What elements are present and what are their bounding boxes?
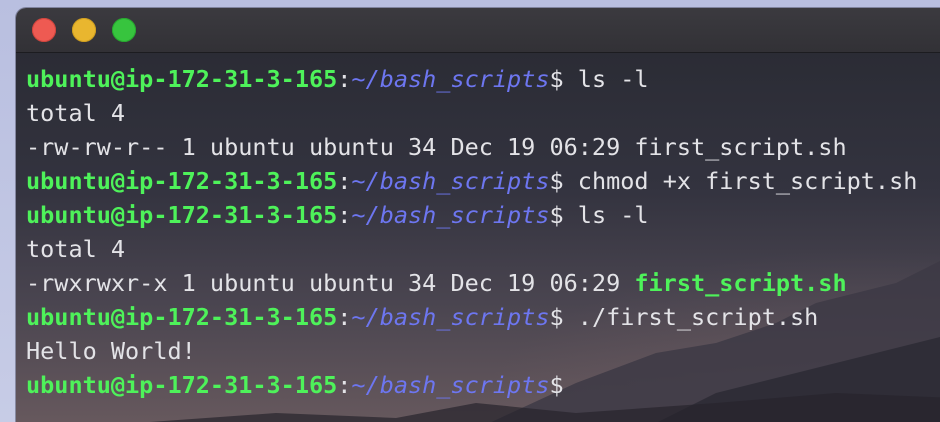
prompt-user-host: ubuntu@ip-172-31-3-165	[26, 303, 338, 331]
prompt-path: ~/bash_scripts	[351, 201, 550, 229]
title-bar[interactable]	[16, 8, 940, 53]
prompt-colon: :	[337, 167, 352, 195]
output-text: total 4	[26, 99, 126, 127]
terminal-line: -rwxrwxr-x 1 ubuntu ubuntu 34 Dec 19 06:…	[26, 266, 917, 300]
file-permissions-meta: -rwxrwxr-x 1 ubuntu ubuntu 34 Dec 19 06:…	[26, 269, 635, 297]
command-text: ls -l	[563, 65, 649, 93]
prompt-symbol: $	[549, 371, 564, 399]
command-text: ls -l	[563, 201, 649, 229]
prompt-symbol: $	[549, 201, 564, 229]
zoom-button[interactable]	[112, 18, 136, 42]
terminal-line: ubuntu@ip-172-31-3-165:~/bash_scripts$ l…	[26, 62, 917, 96]
prompt-colon: :	[337, 371, 352, 399]
prompt-user-host: ubuntu@ip-172-31-3-165	[26, 167, 338, 195]
output-text: total 4	[26, 235, 126, 263]
executable-filename: first_script.sh	[634, 269, 847, 297]
output-text: Hello World!	[26, 337, 196, 365]
desktop: ubuntu@ip-172-31-3-165:~/bash_scripts$ l…	[0, 0, 940, 422]
terminal-line: total 4	[26, 232, 917, 266]
prompt-colon: :	[337, 303, 352, 331]
terminal-line: ubuntu@ip-172-31-3-165:~/bash_scripts$	[26, 368, 917, 402]
terminal-output: ubuntu@ip-172-31-3-165:~/bash_scripts$ l…	[26, 62, 917, 402]
output-text: -rw-rw-r-- 1 ubuntu ubuntu 34 Dec 19 06:…	[26, 133, 847, 161]
minimize-button[interactable]	[72, 18, 96, 42]
command-text: ./first_script.sh	[563, 303, 819, 331]
terminal-line: ubuntu@ip-172-31-3-165:~/bash_scripts$ c…	[26, 164, 917, 198]
prompt-user-host: ubuntu@ip-172-31-3-165	[26, 65, 338, 93]
prompt-colon: :	[337, 201, 352, 229]
prompt-symbol: $	[549, 65, 564, 93]
prompt-path: ~/bash_scripts	[351, 371, 550, 399]
terminal-line: Hello World!	[26, 334, 917, 368]
prompt-path: ~/bash_scripts	[351, 167, 550, 195]
terminal-line: ubuntu@ip-172-31-3-165:~/bash_scripts$ l…	[26, 198, 917, 232]
close-button[interactable]	[32, 18, 56, 42]
prompt-symbol: $	[549, 303, 564, 331]
terminal-line: -rw-rw-r-- 1 ubuntu ubuntu 34 Dec 19 06:…	[26, 130, 917, 164]
terminal-window: ubuntu@ip-172-31-3-165:~/bash_scripts$ l…	[16, 8, 940, 422]
prompt-user-host: ubuntu@ip-172-31-3-165	[26, 201, 338, 229]
terminal-line: total 4	[26, 96, 917, 130]
prompt-symbol: $	[549, 167, 564, 195]
command-text: chmod +x first_script.sh	[563, 167, 918, 195]
prompt-path: ~/bash_scripts	[351, 65, 550, 93]
prompt-path: ~/bash_scripts	[351, 303, 550, 331]
prompt-colon: :	[337, 65, 352, 93]
prompt-user-host: ubuntu@ip-172-31-3-165	[26, 371, 338, 399]
terminal-line: ubuntu@ip-172-31-3-165:~/bash_scripts$ .…	[26, 300, 917, 334]
terminal-area[interactable]: ubuntu@ip-172-31-3-165:~/bash_scripts$ l…	[16, 53, 940, 422]
